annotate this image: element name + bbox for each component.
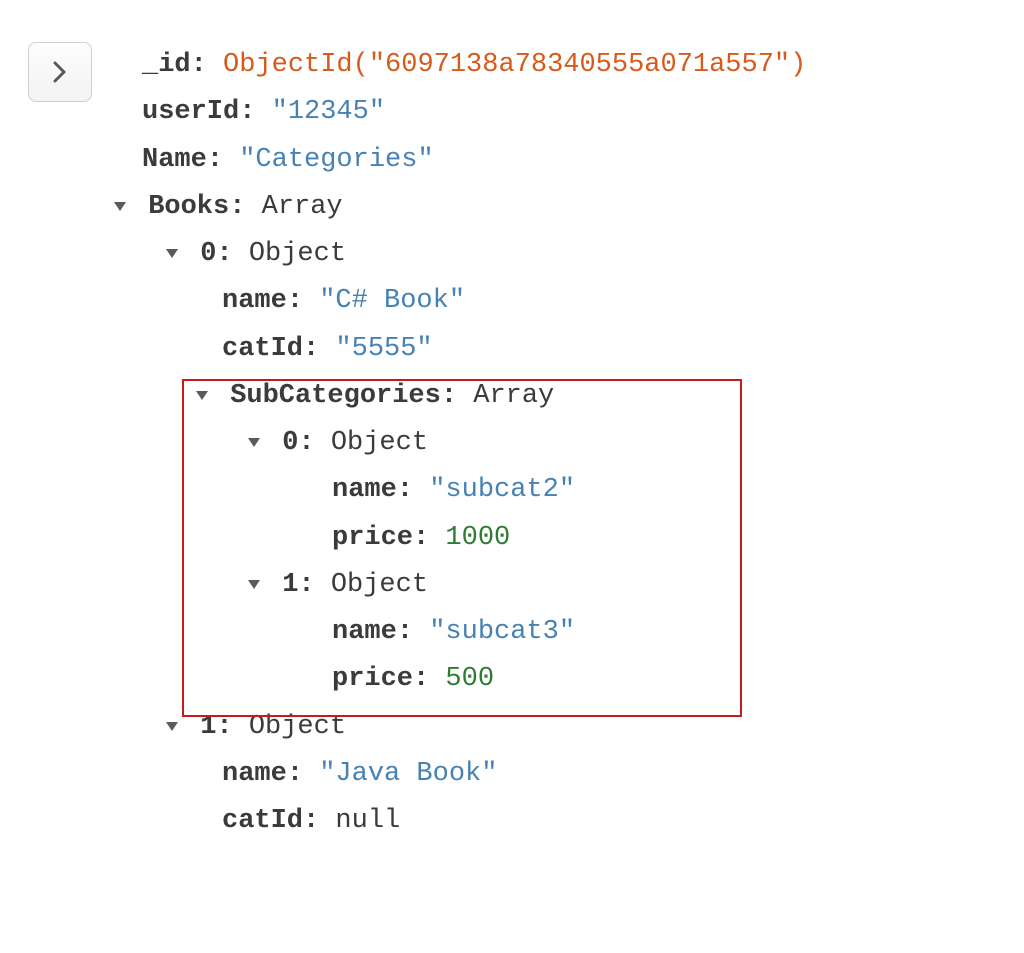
key-label: name [332,475,397,505]
value-string: "5555" [335,334,432,364]
index-label: 0 [200,239,216,269]
value-null: null [335,806,400,836]
chevron-right-icon [53,61,67,83]
key-label: catId [222,806,303,836]
value-type: Array [473,381,554,411]
field-book0-name[interactable]: name: "C# Book" [142,278,806,325]
array-item-1[interactable]: 1: Object [140,704,806,751]
key-label: name [222,286,287,316]
key-label: userId [142,97,239,127]
key-label: SubCategories [230,381,441,411]
key-label: price [332,523,413,553]
value-string: "subcat3" [429,617,575,647]
field-book1-name[interactable]: name: "Java Book" [142,751,806,798]
key-label: price [332,664,413,694]
json-tree: _id: ObjectId("6097138a78340555a071a557"… [142,42,806,845]
field-name[interactable]: Name: "Categories" [142,137,806,184]
key-label: _id [142,50,191,80]
index-label: 1 [200,712,216,742]
field-id[interactable]: _id: ObjectId("6097138a78340555a071a557"… [142,42,806,89]
value-type: Object [249,239,346,269]
field-book0-catid[interactable]: catId: "5555" [142,326,806,373]
field-userid[interactable]: userId: "12345" [142,89,806,136]
chevron-down-icon[interactable] [166,722,178,731]
key-label: name [222,759,287,789]
field-books[interactable]: Books: Array [114,184,806,231]
value-string: "Java Book" [319,759,497,789]
key-label: catId [222,334,303,364]
value-number: 1000 [445,523,510,553]
chevron-down-icon[interactable] [248,438,260,447]
index-label: 1 [282,570,298,600]
expand-button[interactable] [28,42,92,102]
value-string: "Categories" [239,145,433,175]
chevron-down-icon[interactable] [196,391,208,400]
key-label: name [332,617,397,647]
field-book1-catid[interactable]: catId: null [142,798,806,845]
field-sub0-name[interactable]: name: "subcat2" [142,467,806,514]
chevron-down-icon[interactable] [248,580,260,589]
value-type: Object [331,428,428,458]
field-subcategories[interactable]: SubCategories: Array [120,373,806,420]
index-label: 0 [282,428,298,458]
value-objectid: ObjectId("6097138a78340555a071a557") [223,50,806,80]
document-viewer: _id: ObjectId("6097138a78340555a071a557"… [0,0,1024,845]
field-sub1-price[interactable]: price: 500 [142,656,806,703]
chevron-down-icon[interactable] [166,249,178,258]
field-sub0-price[interactable]: price: 1000 [142,515,806,562]
value-string: "12345" [272,97,385,127]
array-item-0[interactable]: 0: Object [140,231,806,278]
value-type: Object [249,712,346,742]
sub-item-1[interactable]: 1: Object [142,562,806,609]
key-label: Name [142,145,207,175]
value-number: 500 [445,664,494,694]
key-label: Books [148,192,229,222]
value-string: "C# Book" [319,286,465,316]
field-sub1-name[interactable]: name: "subcat3" [142,609,806,656]
sub-item-0[interactable]: 0: Object [142,420,806,467]
value-type: Object [331,570,428,600]
value-string: "subcat2" [429,475,575,505]
chevron-down-icon[interactable] [114,202,126,211]
value-type: Array [262,192,343,222]
